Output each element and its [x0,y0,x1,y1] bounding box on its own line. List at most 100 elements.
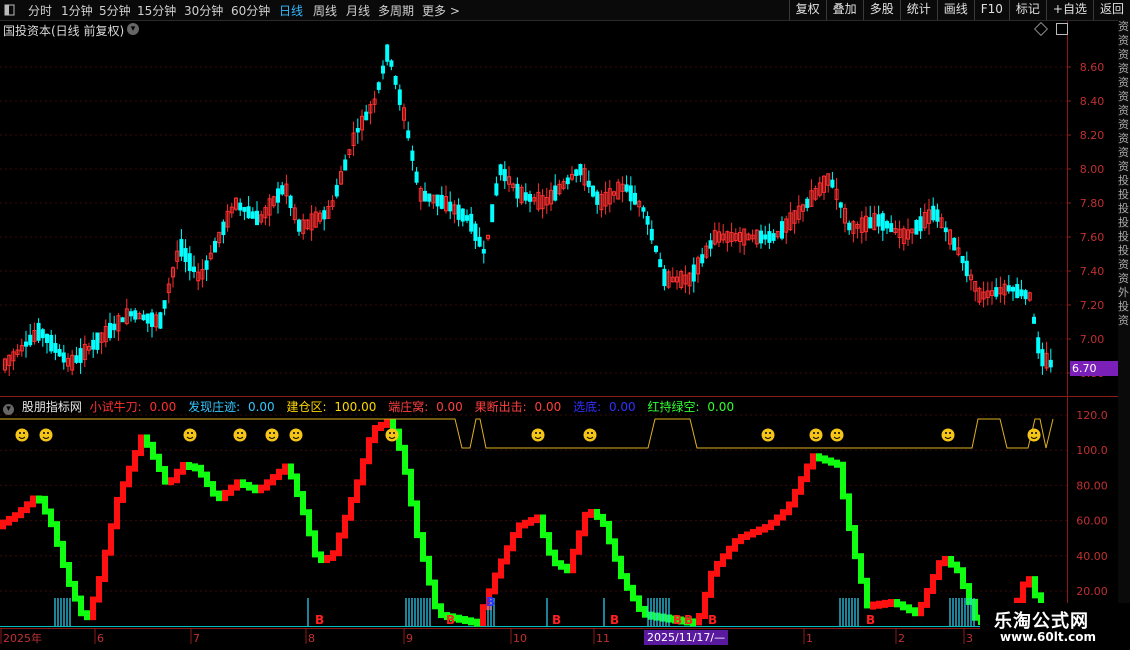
indicator-field-4: 果断出击: 0.00 [474,400,562,414]
candle [11,348,16,371]
osc-step-up [18,507,24,519]
f10-button[interactable]: F10 [973,0,1009,20]
date-tick-label: 10 [513,632,527,645]
candle [242,206,247,221]
candle-body-down [276,188,280,203]
smiley-face [289,428,303,442]
candle [691,257,696,293]
candle-body-down [1019,289,1024,297]
candle-body-down [994,287,999,297]
tab-period-1min[interactable]: 1分钟 [61,2,93,19]
tab-period-multi[interactable]: 多周期 [378,2,414,19]
candle [973,280,978,302]
add-watchlist-button[interactable]: +自选 [1045,0,1093,20]
osc-step-up [276,468,282,481]
smiley-face [183,428,197,442]
smiley-eye [1031,432,1033,434]
tab-period-15min[interactable]: 15分钟 [137,2,176,19]
indicator-options-icon[interactable]: ▾ [3,404,14,415]
osc-step-up [696,612,702,626]
osc-step-up [582,511,588,537]
candle-body-down [574,169,579,176]
osc-step-up [504,545,510,565]
menu-icon[interactable] [0,0,20,20]
osc-step-up [924,587,930,608]
tab-period-more[interactable]: 更多 > [422,2,460,19]
mark-button[interactable]: 标记 [1008,0,1046,20]
candle [175,240,180,270]
tab-period-monthly[interactable]: 月线 [346,2,370,19]
stats-button[interactable]: 统计 [899,0,937,20]
osc-step-down [1032,576,1038,599]
side-info-strip[interactable]: 资资资资资资资资资资资投投投投投投资资外投资 [1118,20,1130,650]
candle [901,225,906,251]
candle-body-down [183,248,188,262]
candle [586,170,591,193]
back-button[interactable]: 返回 [1092,0,1130,20]
chart-canvas[interactable]: BBBBBBBBBB 8.608.408.208.007.807.607.407… [0,0,1130,650]
candle [141,310,146,321]
candle [528,190,532,213]
candle-body-down [112,323,117,331]
osc-step-up [180,461,186,475]
candle-body-down [477,236,482,247]
candle-body-down [498,164,503,176]
candle-body-down [448,201,453,212]
osc-step-up [372,425,378,444]
candle [885,219,889,235]
osc-step-down [306,509,312,537]
candle [784,215,789,244]
candle [801,203,805,222]
candle [112,315,117,338]
osc-step-down [312,530,318,558]
osc-step-up [1020,581,1026,604]
overlay-button[interactable]: 叠加 [825,0,863,20]
draw-line-button[interactable]: 画线 [936,0,974,20]
smiley-icon [761,428,775,442]
candle-body-down [624,184,629,192]
indicator-tick-label: 120.0 [1076,409,1108,422]
tab-period-60min[interactable]: 60分钟 [231,2,270,19]
indicator-tick-label: 100.0 [1076,444,1108,457]
indicator-field-0: 小试牛刀: 0.00 [89,400,177,414]
multi-stock-button[interactable]: 多股 [862,0,900,20]
candle-body-down [255,210,259,226]
indicator-field-6: 红持绿空: 0.00 [647,400,735,414]
osc-step-down [246,481,252,491]
osc-step-up [876,600,882,609]
tab-period-5min[interactable]: 5分钟 [99,2,131,19]
chart-options-icon[interactable]: ▾ [127,23,139,35]
osc-step-up [270,474,276,486]
osc-step-down [186,461,192,470]
price-tick-label: 7.60 [1080,231,1105,244]
tab-period-daily[interactable]: 日线 [279,2,303,19]
tab-period-weekly[interactable]: 周线 [313,2,337,19]
osc-step-down [402,444,408,475]
smiley-face [385,428,399,442]
osc-step-up [936,560,942,581]
candle [889,215,894,233]
osc-step-down [210,481,216,497]
candle-body-down [649,228,654,241]
candle [49,329,54,354]
candle [1032,313,1036,325]
tab-period-fenshi[interactable]: 分时 [28,2,52,19]
candle [234,197,238,212]
candle [658,252,663,268]
window-toggle-icon[interactable] [1056,23,1068,35]
candle [523,183,528,205]
candle [1044,341,1049,371]
candle [465,209,469,224]
candle [15,344,20,358]
osc-step-down [630,584,636,602]
candle [964,251,969,283]
candle [171,266,175,288]
tab-period-30min[interactable]: 30分钟 [184,2,223,19]
candle-body-down [805,198,810,208]
candle-body-down [460,208,465,222]
candle [385,43,390,66]
smiley-icon [809,428,823,442]
candle [805,196,810,212]
candle [683,265,688,294]
fuquan-button[interactable]: 复权 [788,0,826,20]
